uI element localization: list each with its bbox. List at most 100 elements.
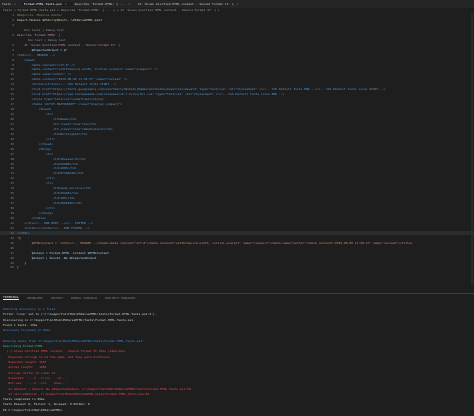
panel-tab-problems[interactable]: PROBLEMS	[27, 296, 43, 300]
line-number: 25	[10, 141, 14, 146]
code-line[interactable]: 7 <html><!-- HEADER -->	[0, 53, 474, 57]
panel-tab-debug-console[interactable]: DEBUG CONSOLE	[71, 296, 97, 300]
panel-tab-terminal[interactable]: TERMINAL	[3, 295, 20, 300]
code-line[interactable]: 5 It 'Given minified HTML content - Shou…	[0, 43, 474, 47]
code-line[interactable]: 4 Describe 'Format-HTML' {	[0, 33, 474, 37]
code-line[interactable]: 30 <td>1083</td>	[0, 166, 474, 170]
code-line[interactable]: 39 </tbody>	[0, 211, 474, 215]
line-number: 23	[10, 131, 14, 136]
code-line[interactable]: 28 <td>1Password</td>	[0, 157, 474, 161]
code-line[interactable]: 24 </tr>	[0, 137, 474, 141]
code-line[interactable]: 17 <table id="DT-H2ZTQUUCET" class="disp…	[0, 102, 474, 106]
line-number: 5	[12, 42, 14, 47]
code-line[interactable]: 45 $HTMLContent = '<html><!-- HEADER -->…	[0, 241, 474, 245]
code-text: <head>	[17, 57, 36, 62]
codelens-link[interactable]: Run tests | Debug test	[17, 28, 64, 32]
line-number: 37	[10, 201, 14, 206]
editor-tab-label: Format-HTML.Tests.ps1	[23, 2, 62, 6]
code-line[interactable]: Run test | Debug test	[0, 38, 474, 42]
code-line[interactable]: 11 <meta name="author" />	[0, 72, 474, 76]
editor-tab[interactable]: Describe 'Format-HTML' { ... ×	[73, 2, 136, 6]
terminal-panel[interactable]: Starting discovery in 1 files. Filter 'Li…	[0, 303, 474, 416]
codelens-link[interactable]: Run test | Debug test	[17, 38, 66, 42]
code-line[interactable]: 14 <link href="https://fonts.googleapis.…	[0, 87, 474, 91]
code-line[interactable]: 6 $ExpectedOutput = @"	[0, 48, 474, 52]
line-number: 48	[10, 255, 14, 260]
code-line[interactable]: 48 $Output | Should -Be $ExpectedOutput	[0, 256, 474, 260]
code-line[interactable]: 46	[0, 246, 474, 250]
code-text: $HTMLContent = '<html><!-- HEADER --><he…	[17, 240, 413, 245]
code-line[interactable]: 34 <td>aesm_service</td>	[0, 186, 474, 190]
code-line[interactable]: 33 <tr>	[0, 181, 474, 185]
code-text: </tbody>	[17, 211, 54, 215]
code-line[interactable]: 10 <meta content="width=device-width, in…	[0, 67, 474, 71]
code-line[interactable]: 41 </div><!-- END BODY --><!-- FOOTER --…	[0, 221, 474, 225]
code-line[interactable]: 20 <th>Name</th>	[0, 117, 474, 121]
code-line[interactable]: 25 </thead>	[0, 142, 474, 146]
code-text: <tr>	[17, 181, 54, 186]
editor-tab[interactable]: Tests ×	[0, 2, 22, 6]
code-line[interactable]: 47 $Output = Format-HTML -Content $HTMLC…	[0, 251, 474, 255]
line-number: 3	[12, 22, 14, 27]
code-line[interactable]: 2 Import-Module $PSScriptRoot\..\PSParseH…	[0, 18, 474, 22]
line-number: 35	[10, 191, 14, 196]
close-icon[interactable]: ×	[128, 2, 130, 6]
line-number: 32	[10, 176, 14, 181]
code-text: <th class="none">Id</th>	[17, 121, 97, 126]
panel-tab-output[interactable]: OUTPUT	[51, 296, 63, 300]
code-line[interactable]: 42 <footer></footer><!-- END FOOTER -->	[0, 226, 474, 230]
close-icon[interactable]: ×	[65, 2, 67, 6]
code-text: $ExpectedOutput = @"	[17, 47, 68, 52]
code-line[interactable]: Run tests | Debug test	[0, 28, 474, 32]
code-line[interactable]: 49 }	[0, 261, 474, 265]
code-line[interactable]: 8 <head>	[0, 58, 474, 62]
code-line[interactable]: 19 <tr>	[0, 112, 474, 116]
terminal-line: Found 1 tests. 13ms	[3, 322, 38, 327]
code-line[interactable]: 31 <td>87306240</td>	[0, 171, 474, 175]
code-line[interactable]: 21 <th class="none">Id</th>	[0, 122, 474, 126]
code-line[interactable]: 26 <tbody>	[0, 147, 474, 151]
terminal-line: Tests completed in 99ms	[3, 397, 45, 402]
terminal-line: Filter 'Line' set to ('C:\Support\GitHub…	[3, 312, 157, 317]
code-line[interactable]: 32 </tr>	[0, 176, 474, 180]
code-line[interactable]: 18 <thead>	[0, 107, 474, 111]
line-number: 39	[10, 211, 14, 215]
code-text: }	[17, 260, 27, 265]
editor-tab[interactable]: Format-HTML.Tests.ps1 ×	[21, 2, 73, 6]
code-line[interactable]: 35 <td>25348</td>	[0, 191, 474, 195]
code-line[interactable]: 29 <td>22908</td>	[0, 162, 474, 166]
code-line[interactable]: 43 </html>	[0, 230, 474, 235]
code-line[interactable]: 16 <style type="text/css">undefined</sty…	[0, 97, 474, 101]
code-line[interactable]: 38 </tr>	[0, 206, 474, 210]
code-text: <html><!-- HEADER -->	[17, 52, 55, 57]
code-line[interactable]: 50}	[0, 265, 474, 269]
terminal-line: Discovery finished in 19ms.	[3, 328, 52, 333]
line-number: 8	[12, 57, 14, 62]
code-line[interactable]: 9 <meta charset="utf-8" />	[0, 63, 474, 67]
panel-tab-project-manager[interactable]: PROJECT MANAGER	[105, 296, 135, 300]
editor-tab[interactable]: It 'Given minified HTML content - Should…	[136, 2, 245, 6]
line-number: 38	[10, 206, 14, 211]
code-line[interactable]: 27 <tr>	[0, 152, 474, 156]
code-text: <td>4902400</td>	[17, 201, 83, 206]
code-line[interactable]: 40 </table>	[0, 216, 474, 220]
code-line[interactable]: 36 <td>189</td>	[0, 196, 474, 200]
code-line[interactable]: 37 <td>4902400</td>	[0, 201, 474, 205]
code-text: <th>Name</th>	[17, 116, 77, 121]
code-line[interactable]: 15 <link href="https://use.fontawesome.c…	[0, 92, 474, 96]
code-line[interactable]: 12 <meta content="2019-08-09 11:26:37" n…	[0, 77, 474, 81]
close-icon[interactable]: ×	[237, 2, 239, 6]
code-line[interactable]: 3	[0, 23, 474, 27]
line-number: 43	[10, 230, 14, 235]
code-text: <meta content="2019-08-09 11:26:37" name…	[17, 77, 128, 82]
code-line[interactable]: 23 <th>WorkingSet</th>	[0, 132, 474, 136]
code-line[interactable]: 44 "@	[0, 236, 474, 240]
editor-tab-label: Tests	[2, 2, 12, 6]
code-editor[interactable]: 1 #Requires -Modules Pester 2 Import-Module…	[0, 13, 474, 285]
close-icon[interactable]: ×	[14, 2, 16, 6]
code-text: <thead>	[17, 107, 52, 112]
code-text: </html>	[17, 230, 30, 235]
code-line[interactable]: 1 #Requires -Modules Pester	[0, 13, 474, 17]
code-line[interactable]: 22 <th class="none">HandleCount</th>	[0, 127, 474, 131]
code-line[interactable]: 13 <title></title><!-- CSS Default fonts…	[0, 82, 474, 86]
